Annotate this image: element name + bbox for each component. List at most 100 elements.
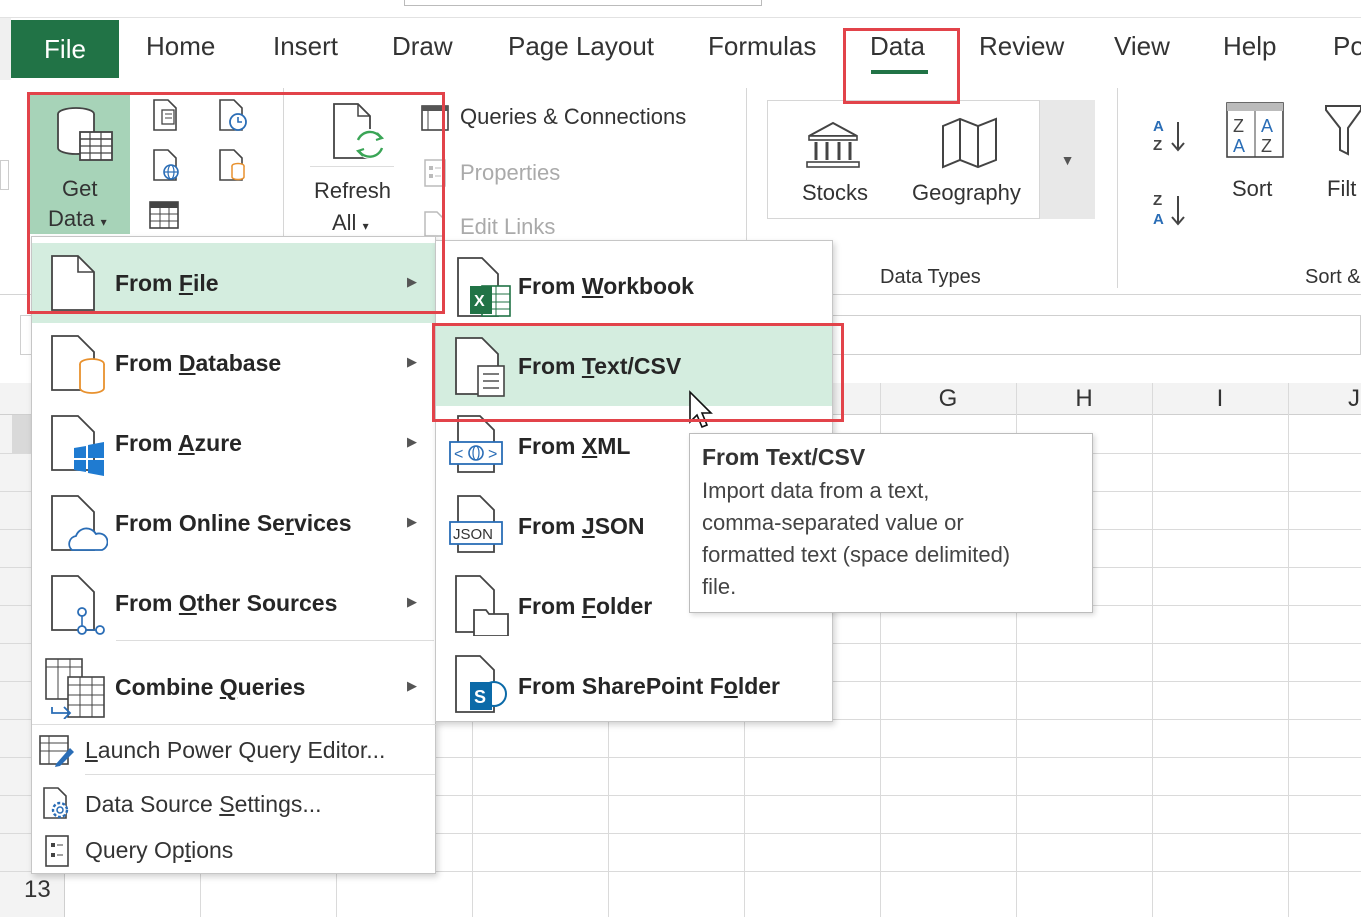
get-data-label-1: Get [62,176,98,201]
tab-review[interactable]: Review [979,31,1064,62]
tab-help[interactable]: Help [1223,31,1276,62]
other-sources-icon [50,574,108,636]
refresh-label-1: Refresh [314,178,392,203]
menu-item-launch-power-query-editor[interactable]: Launch Power Query Editor... [32,729,437,773]
from-database-label: From Database [115,350,282,376]
formula-edge [0,160,9,190]
geography-button[interactable]: Geography [903,100,1039,219]
get-data-label-2: Data ▾ [48,206,107,231]
menu-item-from-database[interactable]: From Database ▶ [32,323,437,403]
menu-item-from-text-csv[interactable]: From Text/CSV [436,326,832,406]
tooltip-line: comma-separated value or [702,510,964,535]
data-source-settings-icon [42,786,74,822]
menu-item-from-azure[interactable]: From Azure ▶ [32,403,437,483]
edit-links-button[interactable]: Edit Links [460,214,555,240]
data-types-dropdown[interactable]: ▼ [1039,100,1095,219]
svg-text:Z: Z [1261,136,1272,156]
sort-dialog-icon: ZAAZ [1226,102,1284,158]
sort-az-icon[interactable]: AZ [1151,116,1191,154]
row-header-13[interactable]: 13 [24,876,51,904]
refresh-label-2: All ▾ [332,210,369,235]
from-text-small-icon[interactable] [150,98,182,132]
edit-links-icon [423,210,447,238]
properties-icon [423,158,447,188]
menu-item-from-workbook[interactable]: X From Workbook [436,246,832,326]
query-options-label: Query Options [85,837,234,863]
database-icon [50,334,108,396]
tab-file-label: File [44,33,86,64]
menu-divider [85,774,435,775]
tab-view[interactable]: View [1114,31,1170,62]
stocks-button[interactable]: Stocks [767,100,903,219]
sort-button[interactable]: ZAAZ Sort [1224,100,1290,210]
chevron-down-icon: ▼ [1060,151,1075,168]
launch-power-query-editor-label: Launch Power Query Editor... [85,737,386,763]
get-data-button[interactable]: Get Data ▾ [30,92,130,234]
geography-icon [940,116,1000,170]
submenu-arrow-icon: ▶ [407,594,417,609]
submenu-arrow-icon: ▶ [407,678,417,693]
refresh-icon [328,100,388,162]
geography-label: Geography [912,180,1021,205]
json-icon: JSON [448,494,508,556]
title-search-box[interactable] [404,0,762,6]
menu-item-from-online-services[interactable]: From Online Services ▶ [32,483,437,563]
tab-page-layout[interactable]: Page Layout [508,31,654,62]
queries-connections-button[interactable]: Queries & Connections [460,104,686,130]
group-separator [283,88,284,238]
svg-text:S: S [474,687,486,707]
from-folder-label: From Folder [518,593,653,619]
folder-icon [452,574,512,636]
tooltip-line: Import data from a text, [702,478,930,503]
sort-za-icon[interactable]: ZA [1151,190,1191,228]
filter-icon[interactable] [1324,102,1361,158]
get-data-icon [56,106,116,166]
tooltip: From Text/CSV Import data from a text, c… [689,433,1093,613]
combine-icon [44,657,106,719]
data-types-group-label: Data Types [880,266,981,288]
menu-item-combine-queries[interactable]: Combine Queries ▶ [32,647,437,727]
stocks-label: Stocks [802,180,869,205]
menu-divider [116,640,434,641]
tooltip-title: From Text/CSV [702,444,866,470]
existing-connections-icon[interactable] [216,148,250,182]
data-source-settings-label: Data Source Settings... [85,791,322,817]
power-query-editor-icon [38,734,74,768]
from-web-icon[interactable] [150,148,184,182]
submenu-arrow-icon: ▶ [407,514,417,529]
column-header-h[interactable]: H [1016,383,1152,415]
refresh-all-button[interactable]: Refresh All ▾ [310,100,394,238]
svg-text:<: < [454,446,463,463]
grid-line [1288,383,1289,917]
document-icon [50,254,96,312]
tooltip-description: Import data from a text, comma-separated… [702,475,1080,603]
submenu-arrow-icon: ▶ [407,354,417,369]
menu-item-from-other-sources[interactable]: From Other Sources ▶ [32,563,437,643]
mouse-cursor-icon [688,390,714,430]
column-header-i[interactable]: I [1152,383,1288,415]
tab-formulas[interactable]: Formulas [708,31,816,62]
svg-text:A: A [1233,136,1245,156]
submenu-arrow-icon: ▶ [407,434,417,449]
svg-text:A: A [1153,118,1164,135]
from-table-icon[interactable] [148,200,180,230]
svg-text:Z: Z [1233,116,1244,136]
tab-partial[interactable]: Po [1333,31,1361,62]
menu-item-data-source-settings[interactable]: Data Source Settings... [32,781,437,827]
menu-item-query-options[interactable]: Query Options [32,829,437,873]
tab-data[interactable]: Data [870,31,925,62]
properties-button[interactable]: Properties [460,160,560,186]
column-header-g[interactable]: G [880,383,1016,415]
tab-file[interactable]: File [11,20,119,78]
tab-home[interactable]: Home [146,31,215,62]
menu-item-from-file[interactable]: From File ▶ [32,243,437,323]
menu-item-from-sharepoint-folder[interactable]: S From SharePoint Folder [436,646,832,726]
tab-draw[interactable]: Draw [392,31,453,62]
svg-text:A: A [1153,211,1164,228]
tab-insert[interactable]: Insert [273,31,338,62]
from-workbook-label: From Workbook [518,273,694,299]
recent-sources-icon[interactable] [216,98,250,132]
column-header-j[interactable]: J [1288,383,1361,415]
sharepoint-icon: S [452,654,512,716]
sort-label: Sort [1232,176,1273,201]
